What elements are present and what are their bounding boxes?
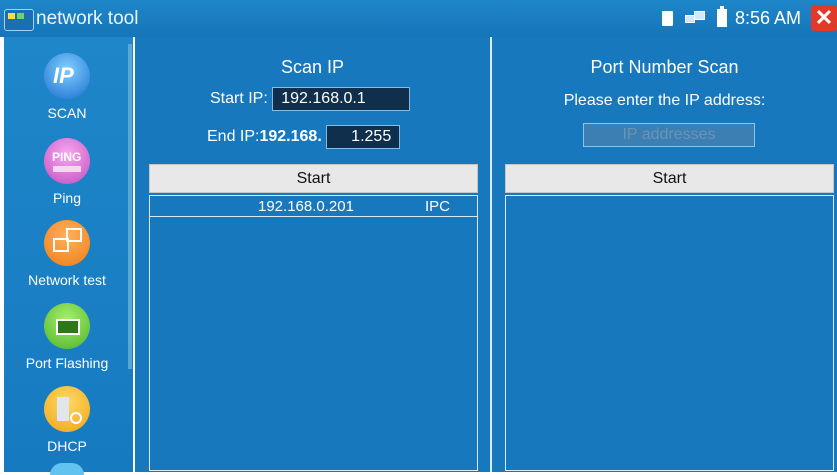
network-test-icon [44, 220, 90, 266]
status-area: 8:56 AM ✕ [661, 3, 837, 33]
scan-ip-panel: Scan IP Start IP: 192.168.0.1 End IP:192… [135, 37, 490, 472]
close-icon[interactable]: ✕ [811, 5, 837, 31]
sidebar-item-label: SCAN [47, 105, 87, 121]
ip-scan-icon: IP [44, 53, 90, 99]
sidebar-item-port-flashing[interactable]: Port Flashing [4, 303, 130, 371]
app-logo-icon [4, 9, 34, 31]
sidebar-item-dhcp[interactable]: DHCP [4, 386, 130, 454]
result-type: IPC [425, 198, 451, 215]
port-flashing-icon [44, 303, 90, 349]
scan-ip-start-button[interactable]: Start [149, 164, 478, 193]
sidebar-item-network-test[interactable]: Network test [4, 220, 130, 288]
scan-ip-title: Scan IP [280, 57, 345, 77]
dhcp-icon [44, 386, 90, 432]
list-item[interactable]: 192.168.0.201 IPC [150, 196, 477, 217]
end-ip-label: End IP: [207, 128, 260, 146]
end-ip-row: End IP:192.168. 1.255 [207, 125, 401, 149]
port-scan-prompt: Please enter the IP address: [563, 92, 766, 109]
sidebar: IP SCAN PING Ping Network test Port Flas… [4, 37, 133, 475]
sidebar-item-label: DHCP [47, 438, 87, 454]
ip-address-input[interactable]: IP addresses [583, 123, 755, 147]
network-icon [684, 11, 705, 25]
sidebar-scrollbar[interactable] [128, 44, 132, 369]
start-ip-label: Start IP: [210, 90, 268, 108]
sidebar-next-item-icon[interactable] [50, 463, 84, 475]
sidebar-item-scan[interactable]: IP SCAN [4, 53, 130, 121]
battery-icon [716, 6, 727, 27]
ip-address-row: IP addresses [583, 123, 755, 147]
result-ip: 192.168.0.201 [258, 198, 354, 215]
port-scan-start-button[interactable]: Start [505, 164, 834, 193]
start-ip-input[interactable]: 192.168.0.1 [272, 87, 411, 111]
sidebar-item-label: Network test [28, 272, 106, 288]
start-ip-row: Start IP: 192.168.0.1 [210, 87, 411, 111]
sim-card-icon [661, 10, 673, 26]
ping-icon: PING [44, 138, 90, 184]
port-results-list [505, 195, 834, 471]
sidebar-item-label: Port Flashing [25, 355, 109, 371]
sidebar-item-label: Ping [52, 190, 82, 206]
end-ip-prefix: 192.168. [259, 128, 322, 146]
sidebar-item-ping[interactable]: PING Ping [4, 138, 130, 206]
app-title: network tool [36, 8, 139, 29]
port-scan-panel: Port Number Scan Please enter the IP add… [492, 37, 837, 472]
title-bar: network tool 8:56 AM ✕ [0, 0, 837, 37]
clock-time: 8:56 AM [734, 7, 801, 28]
port-scan-title: Port Number Scan [590, 57, 739, 77]
end-ip-input[interactable]: 1.255 [326, 125, 401, 149]
scan-results-list: 192.168.0.201 IPC [149, 195, 478, 471]
